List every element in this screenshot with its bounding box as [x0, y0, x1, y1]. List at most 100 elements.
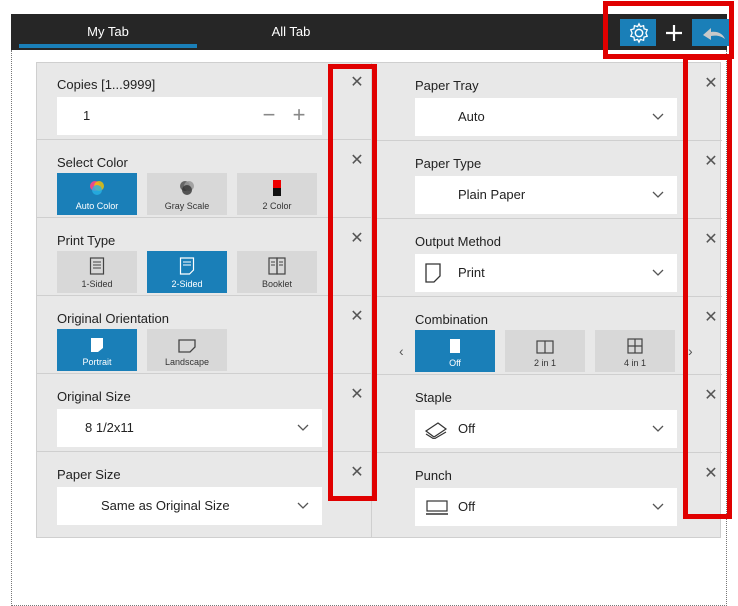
auto-color-label: Auto Color	[75, 201, 119, 211]
combination-off-button[interactable]: Off	[415, 330, 495, 372]
paper-tray-row: Paper Tray ✕ Auto	[372, 63, 722, 141]
gray-circles-icon	[180, 181, 194, 195]
punch-title: Punch	[415, 468, 452, 483]
gear-icon[interactable]	[626, 19, 652, 46]
portrait-button[interactable]: Portrait	[57, 329, 137, 371]
select-color-title: Select Color	[57, 155, 128, 170]
punch-value: Off	[458, 499, 476, 514]
two-color-button[interactable]: 2 Color	[237, 173, 317, 215]
close-icon[interactable]: ✕	[704, 466, 718, 482]
paper-size-title: Paper Size	[57, 467, 121, 482]
portrait-label: Portrait	[82, 357, 112, 367]
select-color-row: Select Color ✕ Auto Color Gray Scale 2 C…	[36, 140, 374, 218]
original-size-title: Original Size	[57, 389, 131, 404]
content-area: Copies [1...9999] ✕ 1 − + Select Color ✕…	[11, 50, 727, 606]
paper-tray-value: Auto	[458, 109, 485, 124]
output-method-value: Print	[458, 265, 485, 280]
output-method-row: Output Method ✕ Print	[372, 219, 722, 297]
paper-type-value: Plain Paper	[458, 187, 526, 202]
original-orientation-title: Original Orientation	[57, 311, 169, 326]
single-page-icon	[450, 339, 460, 353]
booklet-button[interactable]: Booklet	[237, 251, 317, 293]
close-icon[interactable]: ✕	[350, 465, 364, 481]
color-circles-icon	[90, 181, 104, 195]
chevron-left-icon[interactable]: ‹	[399, 343, 404, 359]
close-icon[interactable]: ✕	[350, 309, 364, 325]
chevron-down-icon	[652, 503, 664, 510]
chevron-down-icon	[652, 191, 664, 198]
four-in-one-label: 4 in 1	[623, 358, 647, 368]
staple-value: Off	[458, 421, 476, 436]
staple-icon	[424, 422, 448, 439]
chevron-down-icon	[297, 502, 309, 509]
landscape-button[interactable]: Landscape	[147, 329, 227, 371]
copies-value: 1	[83, 108, 91, 123]
landscape-label: Landscape	[164, 357, 210, 367]
one-sided-label: 1-Sided	[81, 279, 113, 289]
increment-button[interactable]: +	[286, 97, 312, 135]
plus-icon[interactable]	[656, 19, 692, 46]
two-color-icon	[273, 180, 281, 196]
original-size-row: Original Size ✕ 8 1/2x11	[36, 374, 374, 452]
gray-scale-button[interactable]: Gray Scale	[147, 173, 227, 215]
top-tab-bar: My Tab All Tab	[11, 14, 732, 50]
two-in-one-icon	[536, 340, 554, 354]
chevron-right-icon[interactable]: ›	[688, 343, 693, 359]
copies-input[interactable]: 1 − +	[57, 97, 322, 135]
original-size-select[interactable]: 8 1/2x11	[57, 409, 322, 447]
four-in-one-button[interactable]: 4 in 1	[595, 330, 675, 372]
close-icon[interactable]: ✕	[704, 388, 718, 404]
close-icon[interactable]: ✕	[350, 153, 364, 169]
chevron-down-icon	[652, 269, 664, 276]
decrement-button[interactable]: −	[256, 97, 282, 135]
paper-type-select[interactable]: Plain Paper	[415, 176, 677, 214]
punch-select[interactable]: Off	[415, 488, 677, 526]
toolbar-icon-group	[620, 19, 732, 46]
paper-type-row: Paper Type ✕ Plain Paper	[372, 141, 722, 219]
punch-row: Punch ✕ Off	[372, 453, 722, 537]
right-settings-column: Paper Tray ✕ Auto Paper Type ✕ Plain Pap…	[371, 62, 722, 538]
booklet-label: Booklet	[261, 279, 293, 289]
copies-row: Copies [1...9999] ✕ 1 − +	[36, 62, 374, 140]
two-sided-button[interactable]: 2-Sided	[147, 251, 227, 293]
auto-color-button[interactable]: Auto Color	[57, 173, 137, 215]
close-icon[interactable]: ✕	[350, 231, 364, 247]
two-sided-label: 2-Sided	[171, 279, 203, 289]
print-type-title: Print Type	[57, 233, 116, 248]
paper-type-title: Paper Type	[415, 156, 482, 171]
close-icon[interactable]: ✕	[704, 76, 718, 92]
paper-tray-select[interactable]: Auto	[415, 98, 677, 136]
tab-all-tab[interactable]: All Tab	[201, 14, 381, 50]
output-method-select[interactable]: Print	[415, 254, 677, 292]
chevron-down-icon	[652, 425, 664, 432]
staple-row: Staple ✕ Off	[372, 375, 722, 453]
staple-title: Staple	[415, 390, 452, 405]
booklet-icon	[268, 257, 286, 275]
copies-title: Copies [1...9999]	[57, 77, 156, 92]
two-sided-page-icon	[179, 257, 195, 275]
tab-my-tab[interactable]: My Tab	[19, 14, 197, 50]
close-icon[interactable]: ✕	[704, 232, 718, 248]
close-icon[interactable]: ✕	[704, 310, 718, 326]
chevron-down-icon	[652, 113, 664, 120]
four-in-one-icon	[627, 338, 643, 354]
punch-icon	[426, 500, 448, 515]
output-method-title: Output Method	[415, 234, 501, 249]
staple-select[interactable]: Off	[415, 410, 677, 448]
undo-icon[interactable]	[698, 19, 730, 46]
paper-size-select[interactable]: Same as Original Size	[57, 487, 322, 525]
two-in-one-button[interactable]: 2 in 1	[505, 330, 585, 372]
one-sided-button[interactable]: 1-Sided	[57, 251, 137, 293]
close-icon[interactable]: ✕	[350, 75, 364, 91]
portrait-page-icon	[91, 338, 103, 352]
left-settings-rows: Copies [1...9999] ✕ 1 − + Select Color ✕…	[36, 62, 374, 538]
landscape-page-icon	[178, 339, 196, 353]
close-icon[interactable]: ✕	[350, 387, 364, 403]
paper-size-row: Paper Size ✕ Same as Original Size	[36, 452, 374, 538]
gray-scale-label: Gray Scale	[164, 201, 210, 211]
one-sided-page-icon	[89, 257, 105, 275]
chevron-down-icon	[297, 424, 309, 431]
combination-off-label: Off	[449, 358, 461, 368]
paper-tray-title: Paper Tray	[415, 78, 479, 93]
close-icon[interactable]: ✕	[704, 154, 718, 170]
